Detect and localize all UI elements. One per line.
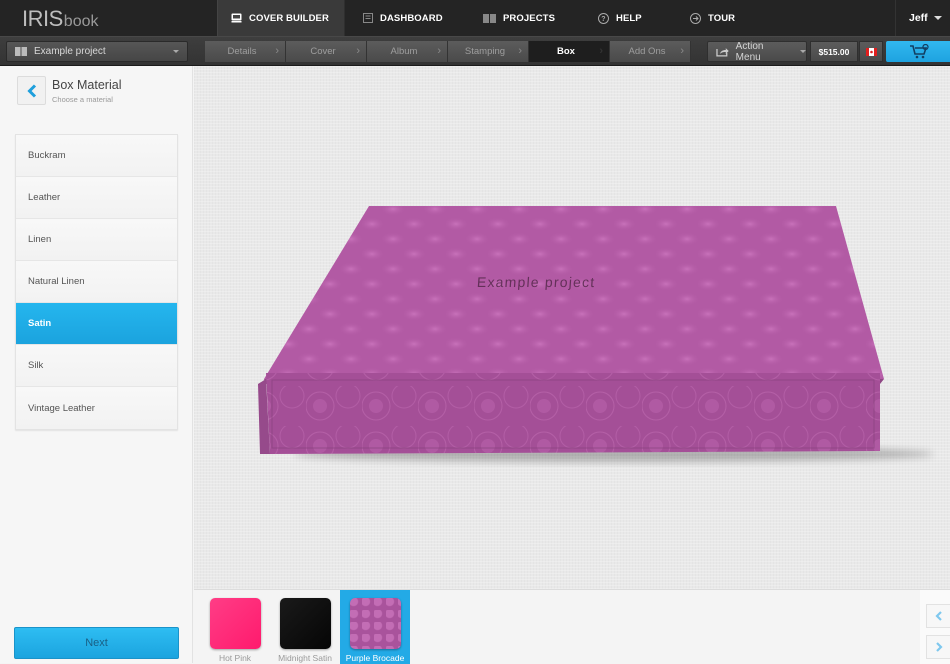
chevron-right-icon: › — [275, 45, 279, 57]
cover-icon — [231, 13, 242, 23]
step-cover[interactable]: Cover › — [286, 41, 367, 62]
projects-icon — [483, 14, 496, 23]
nav-label: TOUR — [708, 12, 736, 24]
step-label: Cover — [310, 46, 336, 57]
material-item-vintage-leather[interactable]: Vintage Leather — [16, 387, 177, 429]
step-details[interactable]: Details › — [205, 41, 286, 62]
nav-label: PROJECTS — [503, 12, 556, 24]
share-icon — [716, 48, 729, 57]
user-name: Jeff — [909, 12, 928, 24]
step-add-ons[interactable]: Add Ons › — [610, 41, 691, 62]
material-item-leather[interactable]: Leather — [16, 177, 177, 219]
material-item-silk[interactable]: Silk — [16, 345, 177, 387]
step-album[interactable]: Album › — [367, 41, 448, 62]
logo-sub: book — [63, 13, 99, 30]
canada-flag-icon — [865, 47, 877, 56]
swatch-tray: Hot Pink Midnight Satin Purple Brocade — [194, 589, 950, 664]
step-box[interactable]: Box › — [529, 41, 610, 62]
chevron-right-icon: › — [680, 45, 684, 57]
project-select[interactable]: Example project — [6, 41, 188, 62]
box-preview-canvas: Example project — [194, 66, 950, 589]
nav-label: DASHBOARD — [380, 12, 443, 24]
chevron-left-icon — [26, 83, 36, 98]
action-menu-button[interactable]: Action Menu — [707, 40, 807, 63]
panel-title: Box Material — [52, 78, 122, 92]
box-title-stamp: Example project — [476, 274, 596, 290]
nav-projects[interactable]: PROJECTS — [483, 0, 555, 36]
chevron-right-icon: › — [437, 45, 441, 57]
help-icon: ? — [598, 12, 609, 24]
price-display: $515.00 — [810, 41, 858, 62]
material-item-natural-linen[interactable]: Natural Linen — [16, 261, 177, 303]
nav-tour[interactable]: TOUR — [690, 0, 735, 36]
swatch-label: Purple Brocade — [345, 653, 405, 663]
swatch-purple-brocade[interactable]: Purple Brocade — [340, 590, 410, 664]
chevron-down-icon — [933, 16, 942, 20]
step-label: Stamping — [464, 46, 506, 57]
svg-text:?: ? — [601, 16, 605, 23]
step-stamping[interactable]: Stamping › — [448, 41, 529, 62]
panel-subtitle: Choose a material — [52, 95, 113, 104]
top-bar: IRIS book COVER BUILDER DASHBOARD PROJECT… — [0, 0, 950, 36]
cart-add-icon — [910, 44, 929, 59]
material-sidebar: Box Material Choose a material Buckram L… — [0, 66, 193, 663]
next-button[interactable]: Next — [14, 627, 179, 659]
box-lid-top — [264, 206, 884, 379]
step-label: Box — [557, 46, 575, 57]
swatch-chip — [279, 598, 331, 649]
user-menu[interactable]: Jeff — [895, 0, 950, 36]
step-label: Add Ons — [628, 46, 666, 57]
nav-cover-builder[interactable]: COVER BUILDER — [217, 0, 345, 36]
material-list: Buckram Leather Linen Natural Linen Sati… — [15, 134, 178, 430]
chevron-right-icon: › — [356, 45, 360, 57]
material-item-satin[interactable]: Satin — [16, 303, 177, 345]
step-tabs: Details › Cover › Album › Stamping › Box › Ad… — [205, 41, 691, 62]
swatch-chip — [349, 598, 401, 649]
project-select-value: Example project — [34, 46, 106, 57]
back-button[interactable] — [17, 76, 46, 105]
chevron-right-icon: › — [599, 45, 603, 57]
swatch-prev-button[interactable] — [926, 604, 950, 628]
swatch-label: Hot Pink — [218, 653, 252, 663]
irisbook-logo[interactable]: IRIS book — [22, 6, 99, 32]
step-bar: Example project Details › Cover › Album › S… — [0, 36, 950, 66]
swatch-next-button[interactable] — [926, 635, 950, 659]
cart-button[interactable] — [886, 41, 950, 62]
nav-label: HELP — [616, 12, 642, 24]
chevron-down-icon — [800, 50, 806, 53]
tour-icon — [690, 12, 701, 24]
nav-dashboard[interactable]: DASHBOARD — [363, 0, 443, 36]
book-icon — [15, 47, 27, 56]
nav-label: COVER BUILDER — [249, 12, 329, 24]
swatch-midnight-satin[interactable]: Midnight Satin — [270, 590, 340, 664]
step-label: Details — [227, 46, 257, 57]
chevron-left-icon — [934, 611, 942, 621]
nav-help[interactable]: ? HELP — [598, 0, 642, 36]
chevron-down-icon — [173, 50, 179, 53]
material-item-buckram[interactable]: Buckram — [16, 135, 177, 177]
box-front-side — [266, 373, 880, 454]
swatch-label: Midnight Satin — [278, 653, 332, 663]
dashboard-icon — [363, 13, 373, 23]
box-preview — [258, 206, 934, 462]
swatch-hot-pink[interactable]: Hot Pink — [200, 590, 270, 664]
chevron-right-icon — [935, 642, 943, 652]
currency-button[interactable] — [859, 41, 883, 62]
step-label: Album — [390, 46, 418, 57]
material-item-linen[interactable]: Linen — [16, 219, 177, 261]
chevron-right-icon: › — [518, 45, 522, 57]
swatch-chip — [209, 598, 261, 649]
action-menu-label: Action Menu — [735, 40, 764, 63]
logo-main: IRIS — [22, 6, 63, 31]
